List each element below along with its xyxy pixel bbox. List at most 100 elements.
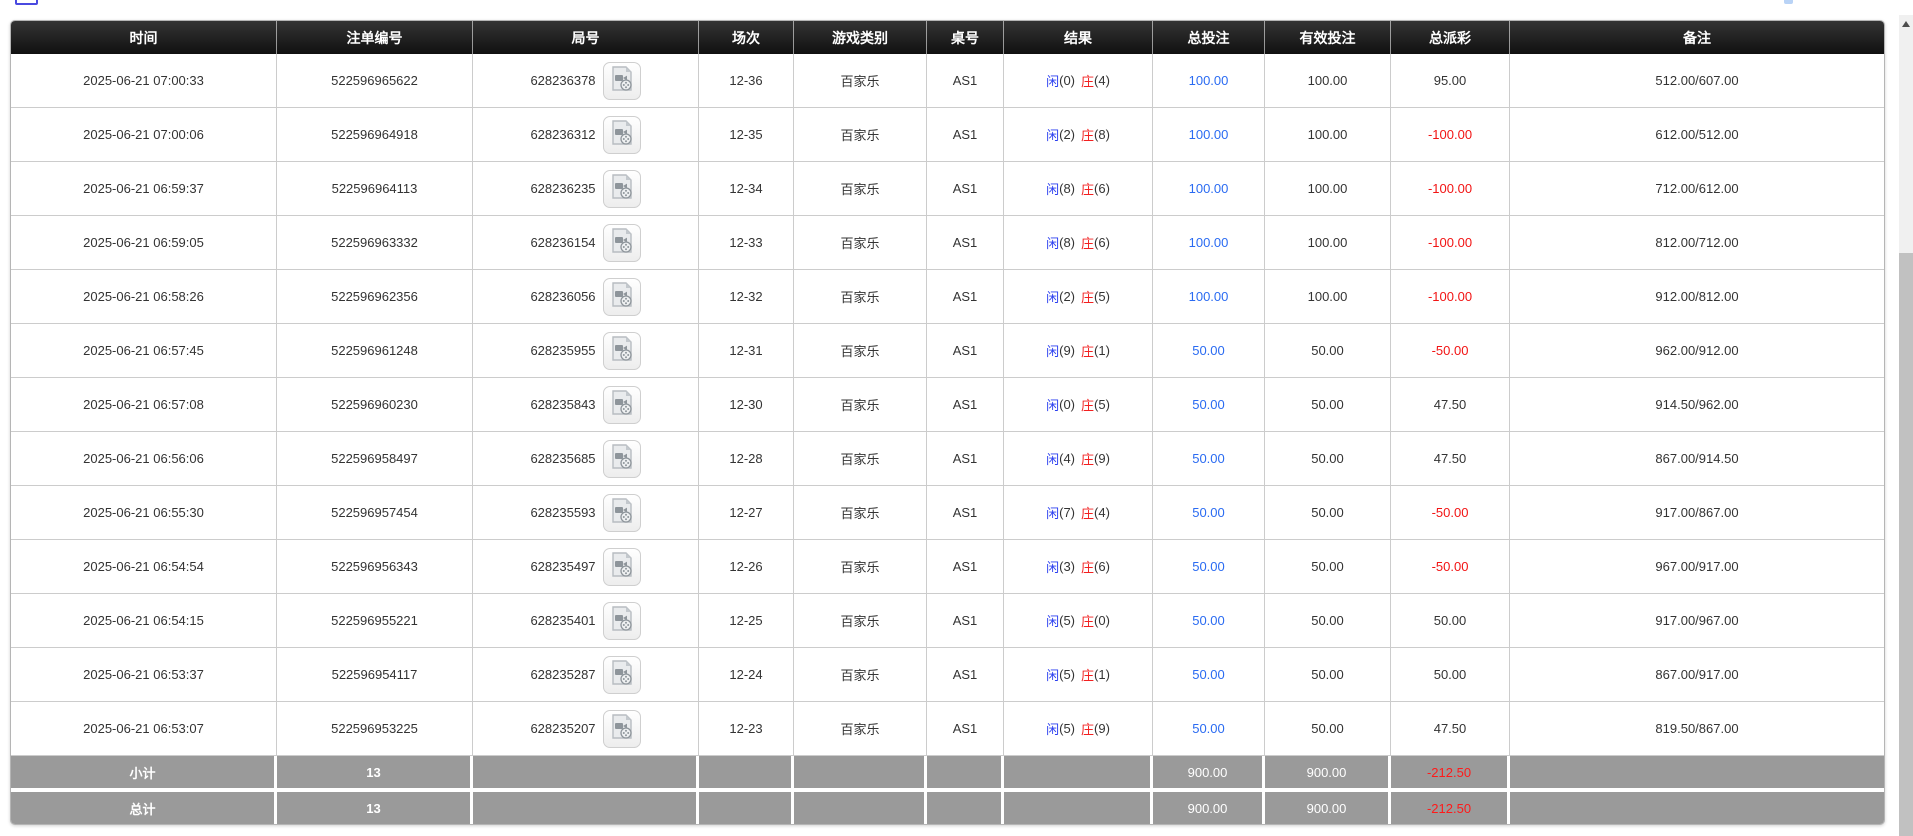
total-bet-cell[interactable]: 100.00 bbox=[1153, 216, 1265, 270]
valid-bet-cell: 100.00 bbox=[1265, 54, 1391, 108]
video-replay-button[interactable] bbox=[603, 224, 641, 262]
total-bet-cell[interactable]: 50.00 bbox=[1153, 594, 1265, 648]
total-bet-cell[interactable]: 100.00 bbox=[1153, 54, 1265, 108]
bet-id-cell: 522596960230 bbox=[277, 378, 473, 432]
round-id-value: 628236378 bbox=[530, 73, 595, 88]
round-id-value: 628235497 bbox=[530, 559, 595, 574]
round-id-cell: 628236378 bbox=[473, 54, 699, 108]
payout-cell: 95.00 bbox=[1391, 54, 1510, 108]
banker-result-label: 庄 bbox=[1081, 287, 1094, 306]
video-replay-button[interactable] bbox=[603, 548, 641, 586]
total-bet-cell[interactable]: 100.00 bbox=[1153, 162, 1265, 216]
scrollbar-thumb[interactable] bbox=[1899, 253, 1913, 836]
video-replay-button[interactable] bbox=[603, 602, 641, 640]
table-row: 2025-06-21 06:59:37 522596964113 6282362… bbox=[11, 162, 1884, 216]
col-header-session: 场次 bbox=[699, 21, 794, 54]
video-replay-button[interactable] bbox=[603, 494, 641, 532]
round-id-value: 628235401 bbox=[530, 613, 595, 628]
video-replay-button[interactable] bbox=[603, 170, 641, 208]
round-id-value: 628235593 bbox=[530, 505, 595, 520]
player-result-label: 闲 bbox=[1046, 71, 1059, 90]
video-file-icon bbox=[610, 282, 634, 311]
total-bet-cell[interactable]: 100.00 bbox=[1153, 108, 1265, 162]
result-cell: 闲(8) 庄(6) bbox=[1004, 216, 1153, 270]
session-cell: 12-34 bbox=[699, 162, 794, 216]
table-body: 2025-06-21 07:00:33 522596965622 6282363… bbox=[11, 54, 1884, 756]
video-replay-button[interactable] bbox=[603, 440, 641, 478]
bet-id-cell: 522596963332 bbox=[277, 216, 473, 270]
col-header-payout: 总派彩 bbox=[1391, 21, 1510, 54]
banker-result-label: 庄 bbox=[1081, 233, 1094, 252]
video-file-icon bbox=[610, 120, 634, 149]
col-header-time: 时间 bbox=[11, 21, 277, 54]
table-row: 2025-06-21 06:57:08 522596960230 6282358… bbox=[11, 378, 1884, 432]
desk-cell: AS1 bbox=[927, 648, 1004, 702]
video-replay-button[interactable] bbox=[603, 278, 641, 316]
total-count: 13 bbox=[277, 792, 473, 824]
banker-result-score: (5) bbox=[1094, 397, 1110, 412]
video-replay-button[interactable] bbox=[603, 62, 641, 100]
note-cell: 867.00/914.50 bbox=[1510, 432, 1884, 486]
game-cell: 百家乐 bbox=[794, 594, 927, 648]
video-file-icon bbox=[610, 174, 634, 203]
player-result-label: 闲 bbox=[1046, 503, 1059, 522]
total-bet-cell[interactable]: 50.00 bbox=[1153, 486, 1265, 540]
note-cell: 612.00/512.00 bbox=[1510, 108, 1884, 162]
col-header-result: 结果 bbox=[1004, 21, 1153, 54]
banker-result-label: 庄 bbox=[1081, 71, 1094, 90]
banker-result-score: (6) bbox=[1094, 235, 1110, 250]
payout-cell: -100.00 bbox=[1391, 270, 1510, 324]
time-cell: 2025-06-21 06:59:05 bbox=[11, 216, 277, 270]
player-result-score: (3) bbox=[1059, 559, 1075, 574]
video-replay-button[interactable] bbox=[603, 332, 641, 370]
player-result-label: 闲 bbox=[1046, 233, 1059, 252]
time-cell: 2025-06-21 06:57:45 bbox=[11, 324, 277, 378]
vertical-scrollbar[interactable] bbox=[1899, 15, 1913, 836]
total-bet-cell[interactable]: 50.00 bbox=[1153, 648, 1265, 702]
session-cell: 12-32 bbox=[699, 270, 794, 324]
player-result-label: 闲 bbox=[1046, 611, 1059, 630]
round-id-cell: 628235593 bbox=[473, 486, 699, 540]
round-id-cell: 628235401 bbox=[473, 594, 699, 648]
round-id-value: 628235843 bbox=[530, 397, 595, 412]
desk-cell: AS1 bbox=[927, 108, 1004, 162]
game-cell: 百家乐 bbox=[794, 432, 927, 486]
note-cell: 712.00/612.00 bbox=[1510, 162, 1884, 216]
total-bet-cell[interactable]: 50.00 bbox=[1153, 378, 1265, 432]
time-cell: 2025-06-21 06:54:54 bbox=[11, 540, 277, 594]
bet-id-cell: 522596965622 bbox=[277, 54, 473, 108]
total-valid-bet: 900.00 bbox=[1265, 792, 1391, 824]
player-result-score: (5) bbox=[1059, 721, 1075, 736]
round-id-cell: 628236056 bbox=[473, 270, 699, 324]
desk-cell: AS1 bbox=[927, 162, 1004, 216]
video-replay-button[interactable] bbox=[603, 116, 641, 154]
cut-off-top-button[interactable] bbox=[15, 0, 38, 5]
note-cell: 962.00/912.00 bbox=[1510, 324, 1884, 378]
video-file-icon bbox=[610, 660, 634, 689]
round-id-value: 628235287 bbox=[530, 667, 595, 682]
video-replay-button[interactable] bbox=[603, 710, 641, 748]
session-cell: 12-33 bbox=[699, 216, 794, 270]
bet-id-cell: 522596954117 bbox=[277, 648, 473, 702]
total-bet-cell[interactable]: 50.00 bbox=[1153, 432, 1265, 486]
table-row: 2025-06-21 06:57:45 522596961248 6282359… bbox=[11, 324, 1884, 378]
player-result-score: (5) bbox=[1059, 613, 1075, 628]
player-result-label: 闲 bbox=[1046, 557, 1059, 576]
total-bet-cell[interactable]: 100.00 bbox=[1153, 270, 1265, 324]
payout-cell: 47.50 bbox=[1391, 702, 1510, 756]
desk-cell: AS1 bbox=[927, 702, 1004, 756]
payout-cell: -50.00 bbox=[1391, 540, 1510, 594]
total-bet-cell[interactable]: 50.00 bbox=[1153, 324, 1265, 378]
total-bet-cell[interactable]: 50.00 bbox=[1153, 540, 1265, 594]
video-replay-button[interactable] bbox=[603, 386, 641, 424]
total-bet-cell[interactable]: 50.00 bbox=[1153, 702, 1265, 756]
video-replay-button[interactable] bbox=[603, 656, 641, 694]
scroll-up-button[interactable] bbox=[1899, 15, 1913, 32]
valid-bet-cell: 50.00 bbox=[1265, 486, 1391, 540]
bet-id-cell: 522596956343 bbox=[277, 540, 473, 594]
note-cell: 917.00/967.00 bbox=[1510, 594, 1884, 648]
note-cell: 819.50/867.00 bbox=[1510, 702, 1884, 756]
video-file-icon bbox=[610, 444, 634, 473]
table-row: 2025-06-21 06:58:26 522596962356 6282360… bbox=[11, 270, 1884, 324]
banker-result-score: (4) bbox=[1094, 73, 1110, 88]
